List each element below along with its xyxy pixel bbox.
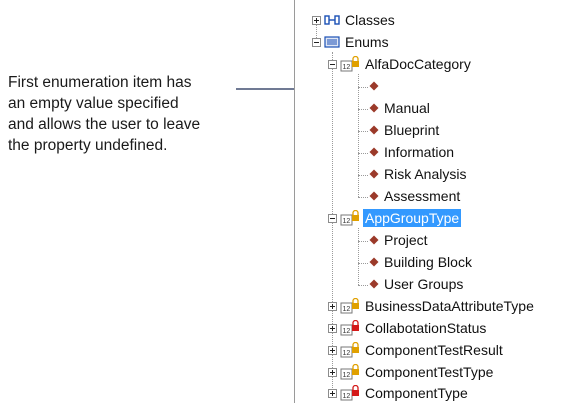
- enum-item-information[interactable]: Information: [369, 142, 456, 162]
- enum-item-label: Assessment: [384, 188, 461, 204]
- diamond-icon: [369, 191, 379, 201]
- expand-icon[interactable]: [312, 15, 321, 25]
- enum-item-manual[interactable]: Manual: [369, 98, 432, 118]
- tree-connector: [358, 263, 368, 264]
- expand-icon[interactable]: [328, 301, 337, 311]
- svg-text:12: 12: [343, 350, 351, 357]
- tree-connector: [358, 197, 368, 198]
- diamond-icon: [369, 257, 379, 267]
- enum-lock-red-icon: 12: [340, 320, 359, 336]
- tree-node-label: ComponentType: [365, 385, 468, 401]
- enum-item-risk-analysis[interactable]: Risk Analysis: [369, 164, 468, 184]
- collapse-icon[interactable]: [328, 213, 337, 223]
- tree-connector: [358, 131, 368, 132]
- tree-connector: [358, 285, 368, 286]
- enum-item-blueprint[interactable]: Blueprint: [369, 120, 441, 140]
- svg-text:12: 12: [343, 328, 351, 335]
- tree-connector: [358, 109, 368, 110]
- enum-lock-icon: 12: [340, 210, 359, 226]
- tree-node-componenttesttype[interactable]: 12 ComponentTestType: [328, 362, 495, 382]
- tree-node-alfadoccategory[interactable]: 12 AlfaDocCategory: [328, 54, 473, 74]
- tree-node-label: Classes: [345, 12, 395, 28]
- tree-node-label-selected: AppGroupType: [363, 209, 462, 227]
- tree-node-componenttype[interactable]: 12 ComponentType: [328, 383, 470, 403]
- svg-text:12: 12: [343, 372, 351, 379]
- enum-item-label: Building Block: [384, 254, 472, 270]
- enum-item-empty[interactable]: [369, 76, 386, 96]
- tree-node-label: CollabotationStatus: [365, 320, 487, 336]
- tree-connector: [358, 228, 359, 285]
- collapse-icon[interactable]: [312, 37, 321, 47]
- enum-item-label: Manual: [384, 100, 430, 116]
- tree-node-label: BusinessDataAttributeType: [365, 298, 534, 314]
- enum-item-building-block[interactable]: Building Block: [369, 252, 474, 272]
- tree-node-label: Enums: [345, 34, 389, 50]
- annotation-line: First enumeration item has: [8, 74, 192, 91]
- tree-node-label: ComponentTestResult: [365, 342, 503, 358]
- enum-lock-icon: 12: [340, 298, 359, 314]
- tree-connector: [358, 153, 368, 154]
- enums-icon: [324, 36, 340, 48]
- tree-node-enums[interactable]: Enums: [312, 32, 391, 52]
- annotation-text: First enumeration item has an empty valu…: [8, 72, 253, 156]
- expand-icon[interactable]: [328, 367, 337, 377]
- tree-node-appgrouptype[interactable]: 12 AppGroupType: [328, 208, 462, 228]
- enum-item-user-groups[interactable]: User Groups: [369, 274, 465, 294]
- enum-lock-icon: 12: [340, 56, 359, 72]
- expand-icon[interactable]: [328, 323, 337, 333]
- svg-text:12: 12: [343, 393, 351, 400]
- diamond-icon: [369, 169, 379, 179]
- diamond-icon: [369, 81, 379, 91]
- enum-item-label: Risk Analysis: [384, 166, 467, 182]
- diamond-icon: [369, 147, 379, 157]
- annotation-line: the property undefined.: [8, 137, 168, 154]
- tree-node-collabotationstatus[interactable]: 12 CollabotationStatus: [328, 318, 488, 338]
- annotation-line: an empty value specified: [8, 95, 179, 112]
- tree-node-label: AlfaDocCategory: [365, 56, 471, 72]
- tree-panel[interactable]: Classes Enums 12 AlfaDocCategory Manual …: [294, 0, 579, 403]
- enum-item-label: Blueprint: [384, 122, 440, 138]
- tree-connector: [358, 175, 368, 176]
- enum-item-label: [382, 85, 386, 87]
- enum-lock-icon: 12: [340, 342, 359, 358]
- tree-node-componenttestresult[interactable]: 12 ComponentTestResult: [328, 340, 505, 360]
- expand-icon[interactable]: [328, 345, 337, 355]
- enum-item-label: User Groups: [384, 276, 464, 292]
- collapse-icon[interactable]: [328, 59, 337, 69]
- tree-node-classes[interactable]: Classes: [312, 10, 397, 30]
- svg-text:12: 12: [343, 64, 351, 71]
- enum-lock-red-icon: 12: [340, 385, 359, 401]
- enum-item-label: Information: [384, 144, 455, 160]
- tree-connector: [358, 87, 368, 88]
- tree-connector: [358, 241, 368, 242]
- classes-icon: [324, 15, 340, 25]
- diamond-icon: [369, 103, 379, 113]
- enum-lock-icon: 12: [340, 364, 359, 380]
- tree-connector: [358, 74, 359, 197]
- enum-item-assessment[interactable]: Assessment: [369, 186, 462, 206]
- svg-text:12: 12: [343, 218, 351, 225]
- tree-node-label: ComponentTestType: [365, 364, 494, 380]
- enum-item-project[interactable]: Project: [369, 230, 430, 250]
- tree-view[interactable]: Classes Enums 12 AlfaDocCategory Manual …: [295, 0, 579, 403]
- annotation-line: and allows the user to leave: [8, 116, 201, 133]
- diamond-icon: [369, 125, 379, 135]
- diamond-icon: [369, 279, 379, 289]
- enum-item-label: Project: [384, 232, 428, 248]
- svg-text:12: 12: [343, 306, 351, 313]
- tree-node-businessdataattributetype[interactable]: 12 BusinessDataAttributeType: [328, 296, 536, 316]
- diamond-icon: [369, 235, 379, 245]
- expand-icon[interactable]: [328, 388, 337, 398]
